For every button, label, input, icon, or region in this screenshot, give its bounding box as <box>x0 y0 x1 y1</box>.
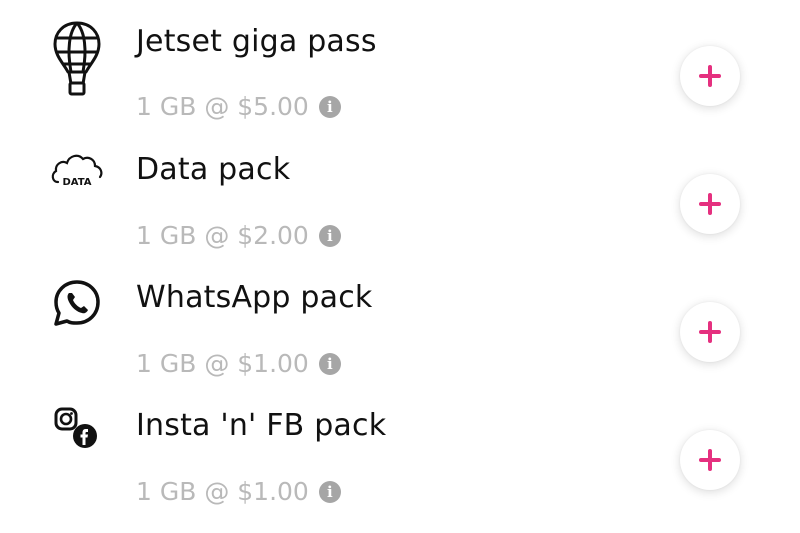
plus-icon <box>699 449 721 471</box>
instagram-facebook-icon <box>50 404 104 458</box>
pack-price: 1 GB @ $1.00 <box>136 349 309 378</box>
add-pack-button[interactable] <box>680 430 740 490</box>
info-icon[interactable]: i <box>318 224 341 247</box>
pack-price: 1 GB @ $2.00 <box>136 221 309 250</box>
pack-item-insta-fb: Insta 'n' FB pack 1 GB @ $1.00 i <box>0 384 800 512</box>
add-pack-button[interactable] <box>680 174 740 234</box>
pack-item-jetset: Jetset giga pass 1 GB @ $5.00 i <box>0 0 800 128</box>
pack-price-row: 1 GB @ $1.00 i <box>136 349 341 378</box>
hot-air-balloon-icon <box>50 20 104 96</box>
add-pack-button[interactable] <box>680 46 740 106</box>
plus-icon <box>699 193 721 215</box>
add-pack-button[interactable] <box>680 302 740 362</box>
plus-icon <box>699 321 721 343</box>
info-icon[interactable]: i <box>318 352 341 375</box>
whatsapp-icon <box>50 276 104 330</box>
pack-price-row: 1 GB @ $5.00 i <box>136 92 341 121</box>
info-icon[interactable]: i <box>318 480 341 503</box>
pack-title: Insta 'n' FB pack <box>136 408 387 443</box>
info-icon[interactable]: i <box>318 95 341 118</box>
svg-text:DATA: DATA <box>62 177 91 188</box>
data-cloud-icon: DATA <box>50 142 104 196</box>
pack-title: Data pack <box>136 152 291 187</box>
pack-price-row: 1 GB @ $1.00 i <box>136 477 341 506</box>
pack-item-data: DATA Data pack 1 GB @ $2.00 i <box>0 128 800 256</box>
pack-item-whatsapp: WhatsApp pack 1 GB @ $1.00 i <box>0 256 800 384</box>
pack-list: Jetset giga pass 1 GB @ $5.00 i DATA Dat… <box>0 0 800 533</box>
pack-price-row: 1 GB @ $2.00 i <box>136 221 341 250</box>
pack-price: 1 GB @ $5.00 <box>136 92 309 121</box>
pack-title: WhatsApp pack <box>136 280 373 315</box>
pack-price: 1 GB @ $1.00 <box>136 477 309 506</box>
pack-title: Jetset giga pass <box>136 24 377 59</box>
plus-icon <box>699 65 721 87</box>
